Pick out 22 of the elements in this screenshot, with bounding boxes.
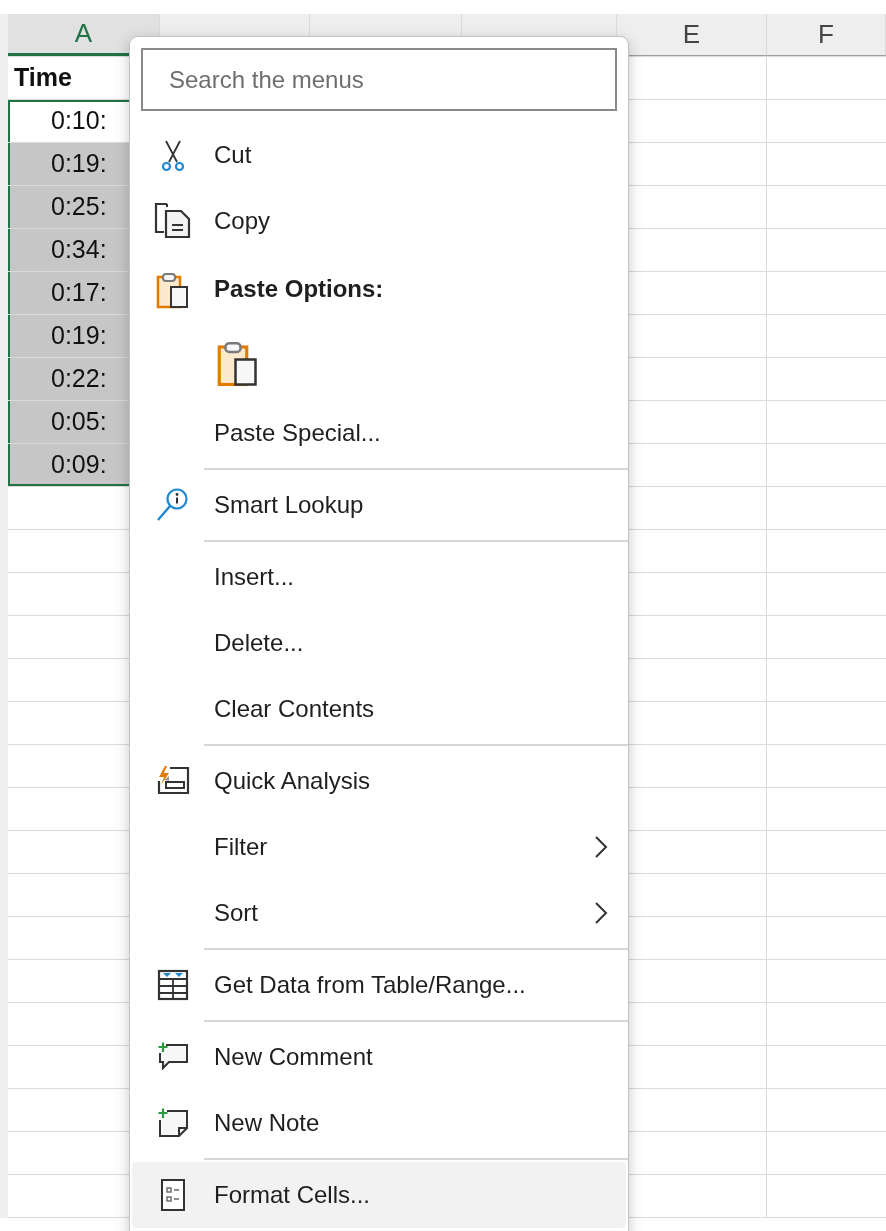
note-icon: [157, 1108, 189, 1138]
column-header[interactable]: F: [767, 14, 886, 56]
comment-icon: [157, 1042, 189, 1072]
column-header[interactable]: A: [8, 14, 160, 56]
magnifier-icon: [156, 487, 190, 523]
menu-item[interactable]: Insert...: [132, 544, 626, 610]
format-icon: [160, 1178, 186, 1212]
section-heading: Paste Options:: [214, 274, 385, 304]
menu-item[interactable]: Sort: [132, 880, 626, 946]
menu-item[interactable]: Filter: [132, 814, 626, 880]
column-header[interactable]: E: [617, 14, 767, 56]
menu-item[interactable]: Format Cells...: [132, 1162, 626, 1228]
search-field[interactable]: Search the menus: [141, 48, 617, 111]
menu-item[interactable]: Clear Contents: [132, 676, 626, 742]
table-icon: [157, 969, 189, 1001]
menu-item[interactable]: Get Data from Table/Range...: [132, 952, 626, 1018]
menu-item[interactable]: Quick Analysis: [132, 748, 626, 814]
menu-item[interactable]: New Comment: [132, 1024, 626, 1090]
menu-item[interactable]: New Note: [132, 1090, 626, 1156]
chart-icon: [156, 765, 190, 797]
menu-item[interactable]: Delete...: [132, 610, 626, 676]
copy-icon: [154, 203, 192, 239]
